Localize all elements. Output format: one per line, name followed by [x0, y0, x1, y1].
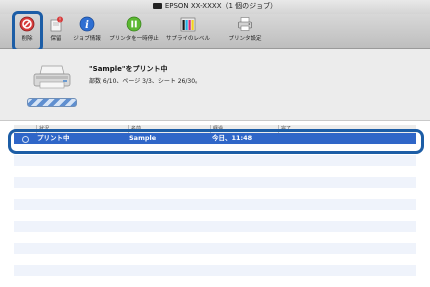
empty-row: [14, 166, 416, 177]
info-icon: i: [79, 16, 95, 32]
empty-row: [14, 221, 416, 232]
supply-levels-icon: [180, 17, 196, 32]
printer-settings-button-label: プリンタ設定: [228, 36, 262, 42]
printer-icon: [152, 3, 162, 9]
print-progress-bar: [27, 98, 77, 107]
empty-row: [14, 243, 416, 254]
print-queue-window: EPSON XX-XXXX（1 個のジョブ） 削除 ! 保留 i ジョブ情報 プ…: [0, 0, 430, 282]
toolbar: 削除 ! 保留 i ジョブ情報 プリンタを一時停止 サプライのレベル プリンタ設…: [0, 14, 430, 49]
pause-printer-button-label: プリンタを一時停止: [109, 36, 159, 42]
printer-image: [33, 65, 71, 89]
job-info-button-label: ジョブ情報: [73, 36, 101, 42]
job-detail: 部数 6/10、ページ 3/3、シート 26/30。: [89, 78, 202, 85]
empty-row: [14, 199, 416, 210]
printer-settings-icon: [238, 17, 252, 31]
hold-button[interactable]: ! 保留: [46, 15, 66, 47]
empty-row: [14, 188, 416, 199]
empty-row: [14, 232, 416, 243]
title-bar[interactable]: EPSON XX-XXXX（1 個のジョブ）: [0, 0, 430, 14]
pause-icon: [126, 16, 142, 32]
printer-settings-button[interactable]: プリンタ設定: [228, 15, 262, 47]
selected-job-highlight: [8, 129, 424, 154]
empty-row: [14, 155, 416, 166]
pause-printer-button[interactable]: プリンタを一時停止: [109, 15, 159, 47]
window-title-text: EPSON XX-XXXX（1 個のジョブ）: [164, 2, 278, 10]
delete-button-highlight: [12, 11, 43, 52]
empty-row: [14, 265, 416, 276]
svg-text:i: i: [85, 20, 89, 31]
window-title: EPSON XX-XXXX（1 個のジョブ）: [0, 1, 430, 11]
empty-row: [14, 254, 416, 265]
job-title: "Sample"をプリント中: [89, 65, 168, 73]
empty-row: [14, 210, 416, 221]
hold-icon: !: [50, 16, 63, 32]
empty-row: [14, 177, 416, 188]
svg-text:!: !: [59, 17, 61, 23]
supply-levels-button[interactable]: サプライのレベル: [166, 15, 210, 47]
supply-levels-button-label: サプライのレベル: [165, 36, 210, 42]
job-info-button[interactable]: i ジョブ情報: [73, 15, 101, 47]
